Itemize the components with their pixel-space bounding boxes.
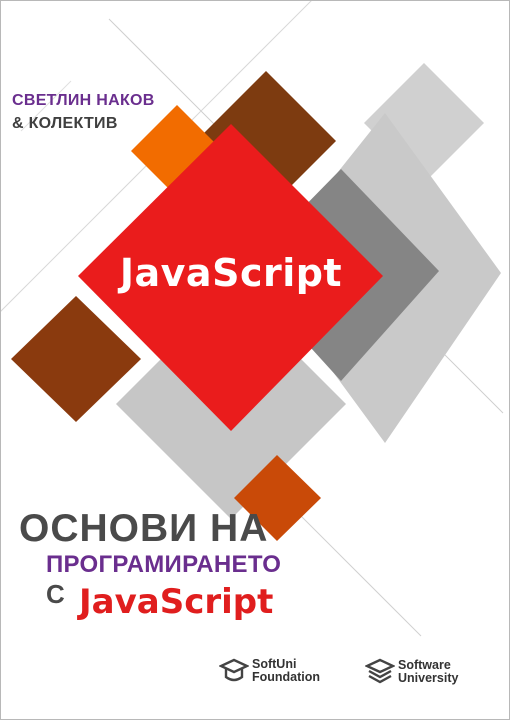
book-cover: СВЕТЛИН НАКОВ & КОЛЕКТИВ JavaScript ОСНО… bbox=[0, 0, 510, 720]
software-university-logo-icon bbox=[365, 658, 395, 684]
logo-line-2: University bbox=[398, 671, 459, 685]
logo-line-2: Foundation bbox=[252, 670, 321, 684]
title-line-1: ОСНОВИ НА bbox=[19, 507, 269, 550]
title-line-3-prefix: С bbox=[46, 579, 65, 609]
software-university-logo: Software University bbox=[365, 658, 458, 686]
cover-center-word: JavaScript bbox=[119, 251, 343, 295]
softuni-foundation-logo-icon bbox=[219, 658, 249, 682]
title-line-3-language: JavaScript bbox=[79, 582, 274, 622]
softuni-foundation-logo: SoftUni Foundation bbox=[219, 658, 320, 684]
author-coauthors: & КОЛЕКТИВ bbox=[12, 115, 118, 132]
title-line-2: ПРОГРАМИРАНЕТО bbox=[46, 551, 282, 578]
author-name: СВЕТЛИН НАКОВ bbox=[12, 92, 155, 109]
